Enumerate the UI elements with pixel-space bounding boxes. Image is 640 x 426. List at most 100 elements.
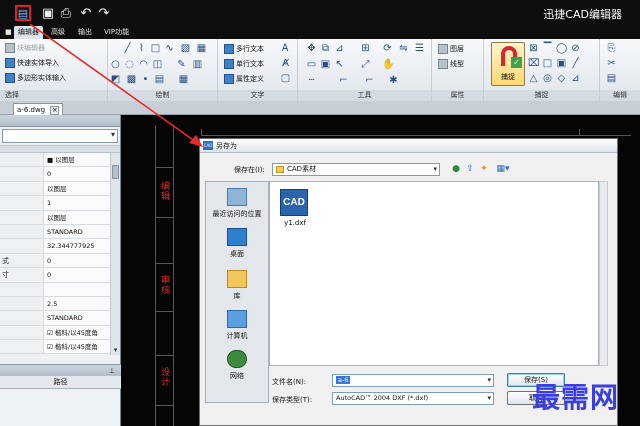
save-as-icon[interactable]: ▣ [40,5,56,21]
snap-toggle-button[interactable]: ✓ 捕捉 [491,42,525,86]
polygon-entity-input-button[interactable]: 多边形实体输入 [5,72,66,84]
linetype-button[interactable]: 线型 [438,58,464,70]
snap-line-icon[interactable]: ▔ [542,43,553,54]
view-menu-icon[interactable]: ▦▾ [494,163,512,175]
property-row[interactable] [0,282,110,297]
text-edit-icon[interactable]: Ⱥ [280,58,291,69]
select-window-icon[interactable]: ▭ [306,59,317,70]
snap-square-icon[interactable]: □ [542,58,553,69]
snap-center-icon[interactable]: ◎ [542,73,553,84]
property-row[interactable]: 式0 [0,253,110,269]
property-value[interactable]: ■ 以图层 [44,153,110,167]
snap-diagonal-icon[interactable]: ⊘ [570,43,581,54]
move-tool-icon[interactable]: ✥ [306,43,317,54]
place-recent[interactable]: 最近访问的位置 [206,188,268,219]
property-value[interactable]: 0 [44,268,110,282]
property-row[interactable]: 以图层 [0,181,110,197]
polyline-tool-icon[interactable]: ⌇ [136,43,147,54]
point-tool-icon[interactable]: • [140,74,151,85]
save-icon[interactable]: ▤ [15,5,31,21]
property-value[interactable]: STANDARD [44,311,110,325]
tab-advanced[interactable]: 高级 [47,26,69,39]
up-folder-icon[interactable]: ⇧ [464,163,476,175]
property-value[interactable]: 以图层 [44,210,110,224]
copy-tool-icon[interactable]: ⧉ [320,43,331,54]
dialog-title-bar[interactable]: CAD 另存为 [200,139,617,153]
property-row[interactable]: 1 [0,196,110,211]
app-menu-icon[interactable]: ■ [3,26,14,39]
property-row[interactable]: ☑ 楷科/以45度角 [0,340,110,355]
property-value[interactable]: ☑ 楷科/以45度角 [44,325,110,340]
tab-output[interactable]: 输出 [74,26,96,39]
property-row[interactable]: STANDARD [0,224,110,240]
property-row[interactable]: ☑ 楷科/以45度角 [0,325,110,341]
layer-button[interactable]: 图层 [438,43,464,55]
ellipse-tool-icon[interactable]: ◌ [124,59,135,70]
measure-tool-icon[interactable]: ⊿ [334,43,345,54]
place-network[interactable]: 网络 [206,350,268,381]
property-value[interactable]: 0 [44,167,110,181]
property-value[interactable]: ☑ 楷科/以45度角 [44,340,110,354]
attribute-define-button[interactable]: 属性定义 [224,73,264,85]
fillet-tool-icon[interactable]: ⌐ [338,75,349,86]
mirror-tool-icon[interactable]: ⇋ [398,43,409,54]
zoom-window-icon[interactable]: ▣ [320,59,331,70]
undo-icon[interactable]: ↶ [78,5,94,21]
properties-scrollbar[interactable]: ▾ [110,153,120,355]
new-folder-icon[interactable]: ✦ [478,163,490,175]
property-value[interactable]: 以图层 [44,181,110,196]
line-tool-icon[interactable]: ╱ [122,43,133,54]
align-tool-icon[interactable]: ⊞ [360,43,371,54]
place-libraries[interactable]: 库 [206,270,268,301]
property-row[interactable]: 寸0 [0,268,110,283]
property-row[interactable]: 0 [0,167,110,182]
scrollbar-thumb[interactable] [112,165,119,179]
hatch-tool-icon[interactable]: ▧ [180,43,191,54]
quick-entity-import-button[interactable]: 快速实体导入 [5,57,59,69]
scroll-down-icon[interactable]: ▾ [111,345,120,355]
snap-intersection-icon[interactable]: ⌧ [528,58,540,69]
snap-diamond-icon[interactable]: ◇ [556,73,567,84]
fill-tool-icon[interactable]: ◩ [110,74,121,85]
place-desktop[interactable]: 桌面 [206,228,268,259]
edit-copy-icon[interactable]: ⎘ [606,43,617,54]
file-list-scrollbar[interactable] [599,181,608,366]
block-tool-icon[interactable]: ▦ [196,43,207,54]
image-tool-icon[interactable]: ▥ [192,59,203,70]
text-style-icon[interactable]: Ꭺ [280,43,291,54]
edit-paste-icon[interactable]: ▤ [606,73,617,84]
snap-box-icon[interactable]: ▣ [556,58,567,69]
trim-tool-icon[interactable]: ┄ [306,75,317,86]
entity-selector-combo[interactable] [2,129,118,143]
mtext-button[interactable]: 多行文本 [224,43,264,55]
snap-triangle-icon[interactable]: △ [528,73,539,84]
rotate-tool-icon[interactable]: ⟳ [382,43,393,54]
snap-slash-icon[interactable]: ╱ [570,58,581,69]
list-tool-icon[interactable]: ☰ [414,43,425,54]
file-list[interactable]: CAD y1.dxf [269,181,599,366]
edit-cut-icon[interactable]: ✂ [606,58,617,69]
property-row[interactable]: 以图层 [0,210,110,225]
tab-editor[interactable]: 编辑器 [14,26,43,39]
filetype-select[interactable]: AutoCAD™ 2004 DXF (*.dxf) ▾ [332,392,494,405]
text-frame-icon[interactable]: ▢ [280,73,291,84]
property-value[interactable]: 0 [44,253,110,268]
explode-tool-icon[interactable]: ✱ [388,75,399,86]
property-value[interactable]: 32.344777925 [44,239,110,253]
scale-tool-icon[interactable]: ⤢ [360,59,371,70]
property-value[interactable]: 1 [44,196,110,210]
pan-tool-icon[interactable]: ✋ [382,59,394,70]
filename-input[interactable]: a-6 ▾ [332,374,494,387]
snap-circle-icon[interactable]: ◯ [556,43,567,54]
redo-icon[interactable]: ↷ [96,5,112,21]
region-tool-icon[interactable]: ◫ [152,59,163,70]
rectangle-tool-icon[interactable]: □ [150,43,161,54]
file-item[interactable]: CAD y1.dxf [280,189,310,227]
arc-tool-icon[interactable]: ◠ [138,59,149,70]
property-value[interactable] [44,282,110,296]
block-editor-button[interactable]: 块编辑器 [5,42,45,54]
close-icon[interactable]: × [50,105,60,115]
property-row[interactable]: 32.344777925 [0,239,110,254]
single-line-text-button[interactable]: 单行文本 [224,58,264,70]
snap-tangent-icon[interactable]: ⊿ [570,73,581,84]
